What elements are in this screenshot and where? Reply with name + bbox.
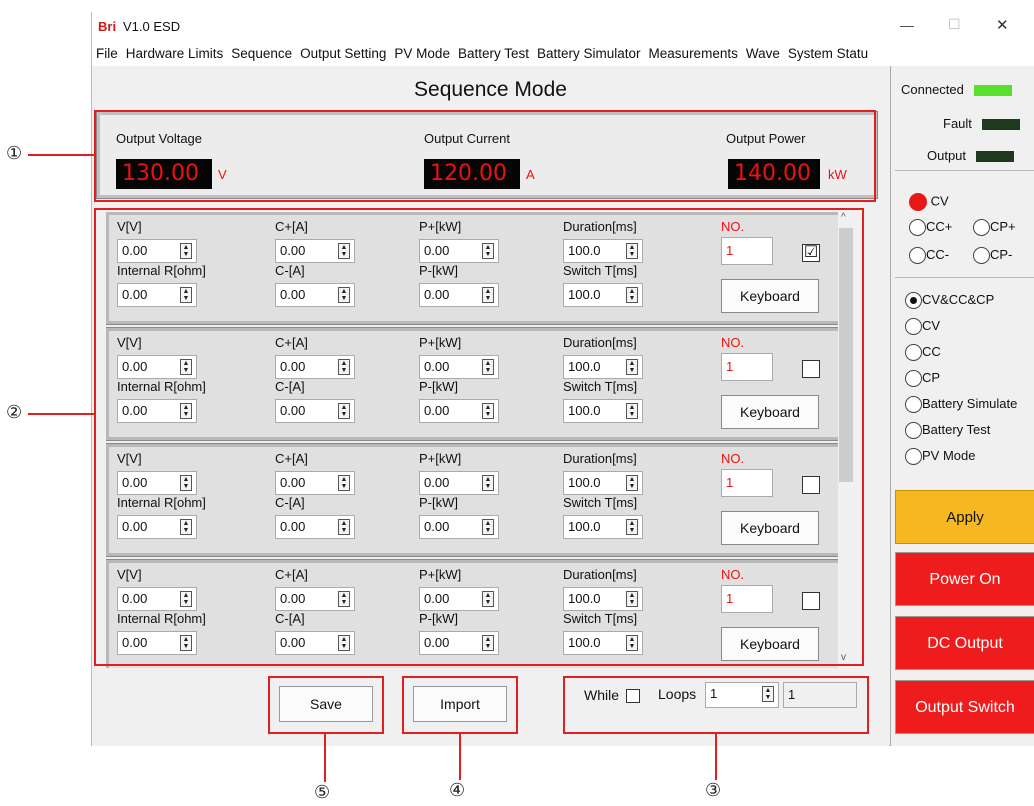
menu-item-5[interactable]: Battery Test (454, 42, 533, 66)
power-on-button[interactable]: Power On (895, 552, 1034, 606)
annotation-box-1 (94, 110, 876, 202)
callout-line-4 (459, 734, 461, 780)
dc-output-button[interactable]: DC Output (895, 616, 1034, 670)
radio-icon (905, 448, 922, 466)
radio-ccm[interactable]: CC- (909, 247, 950, 265)
menu-item-4[interactable]: PV Mode (390, 42, 454, 66)
radio-cpm-label: CP- (990, 247, 1013, 262)
menu-item-6[interactable]: Battery Simulator (533, 42, 645, 66)
apply-button[interactable]: Apply (895, 490, 1034, 544)
output-led-icon (975, 151, 1014, 163)
fault-led-icon (981, 119, 1020, 131)
radio-ccm-label: CC- (926, 247, 950, 262)
callout-line-5 (324, 734, 326, 782)
radio-ccp-label: CC+ (926, 219, 953, 234)
minimize-icon[interactable]: — (900, 17, 914, 33)
page-title: Sequence Mode (414, 78, 567, 101)
menu-bar: File Hardware Limits Sequence Output Settin… (92, 42, 1034, 66)
radio-icon (905, 292, 922, 310)
radio-cv[interactable]: CV (909, 193, 949, 211)
menu-item-0[interactable]: File (92, 42, 122, 66)
annotation-box-2 (94, 208, 864, 666)
radio-icon (909, 219, 926, 237)
type-radio-label: CV&CC&CP (922, 292, 995, 307)
output-label: Output (927, 148, 967, 163)
type-radio-2[interactable]: CC (905, 344, 1034, 370)
radio-icon (905, 396, 922, 414)
annotation-box-5 (268, 676, 384, 734)
menu-item-8[interactable]: Wave (742, 42, 784, 66)
type-radio-5[interactable]: Battery Test (905, 422, 1034, 448)
type-radio-3[interactable]: CP (905, 370, 1034, 396)
type-radio-1[interactable]: CV (905, 318, 1034, 344)
radio-icon (909, 247, 926, 265)
callout-2: ② (6, 402, 23, 423)
annotation-box-3 (563, 676, 869, 734)
status-fault: Fault (943, 116, 1020, 131)
type-radio-group: CV&CC&CP CV CC CP Battery Simulate Battery Te… (905, 292, 1034, 474)
radio-icon (905, 344, 922, 362)
app-logo: Bri (98, 19, 117, 34)
status-output: Output (927, 148, 1014, 163)
callout-5: ⑤ (314, 782, 331, 803)
callout-line-2 (28, 413, 94, 415)
output-switch-button[interactable]: Output Switch (895, 680, 1034, 734)
type-radio-4[interactable]: Battery Simulate (905, 396, 1034, 422)
menu-item-2[interactable]: Sequence (227, 42, 296, 66)
radio-cpp[interactable]: CP+ (973, 219, 1016, 237)
radio-icon (905, 318, 922, 336)
type-radio-6[interactable]: PV Mode (905, 448, 1034, 474)
callout-line-3 (715, 734, 717, 780)
type-radio-0[interactable]: CV&CC&CP (905, 292, 1034, 318)
connected-label: Connected (901, 82, 964, 97)
mode-group: CV CC+ CP+ CC- CP- (895, 170, 1034, 278)
title-bar: Bri V1.0 ESD — ☐ ✕ (92, 12, 1034, 42)
radio-icon (905, 370, 922, 388)
menu-item-1[interactable]: Hardware Limits (122, 42, 228, 66)
radio-icon (973, 219, 990, 237)
menu-item-9[interactable]: System Statu (784, 42, 872, 66)
connected-led-icon (973, 85, 1012, 97)
callout-3: ③ (705, 780, 722, 801)
radio-icon (905, 422, 922, 440)
window-title: V1.0 ESD (123, 19, 181, 34)
callout-line-1 (28, 154, 94, 156)
type-radio-label: CP (922, 370, 941, 385)
maximize-icon[interactable]: ☐ (948, 16, 961, 33)
type-radio-label: Battery Test (922, 422, 991, 437)
type-radio-label: Battery Simulate (922, 396, 1018, 411)
type-radio-label: CV (922, 318, 941, 333)
menu-item-7[interactable]: Measurements (645, 42, 742, 66)
radio-cv-label: CV (930, 193, 949, 209)
close-icon[interactable]: ✕ (996, 16, 1009, 34)
fault-label: Fault (943, 116, 972, 131)
radio-cpm[interactable]: CP- (973, 247, 1013, 265)
radio-icon (973, 247, 990, 265)
type-radio-label: PV Mode (922, 448, 976, 463)
status-connected: Connected (901, 82, 1012, 97)
type-radio-label: CC (922, 344, 941, 359)
annotation-box-4 (402, 676, 518, 734)
radio-on-icon (909, 193, 927, 211)
menu-item-3[interactable]: Output Setting (296, 42, 390, 66)
callout-4: ④ (449, 780, 466, 801)
right-pane: Connected Fault Output CV CC+ CP+ CC- CP… (890, 66, 1034, 746)
radio-cpp-label: CP+ (990, 219, 1016, 234)
radio-ccp[interactable]: CC+ (909, 219, 953, 237)
callout-1: ① (6, 143, 23, 164)
